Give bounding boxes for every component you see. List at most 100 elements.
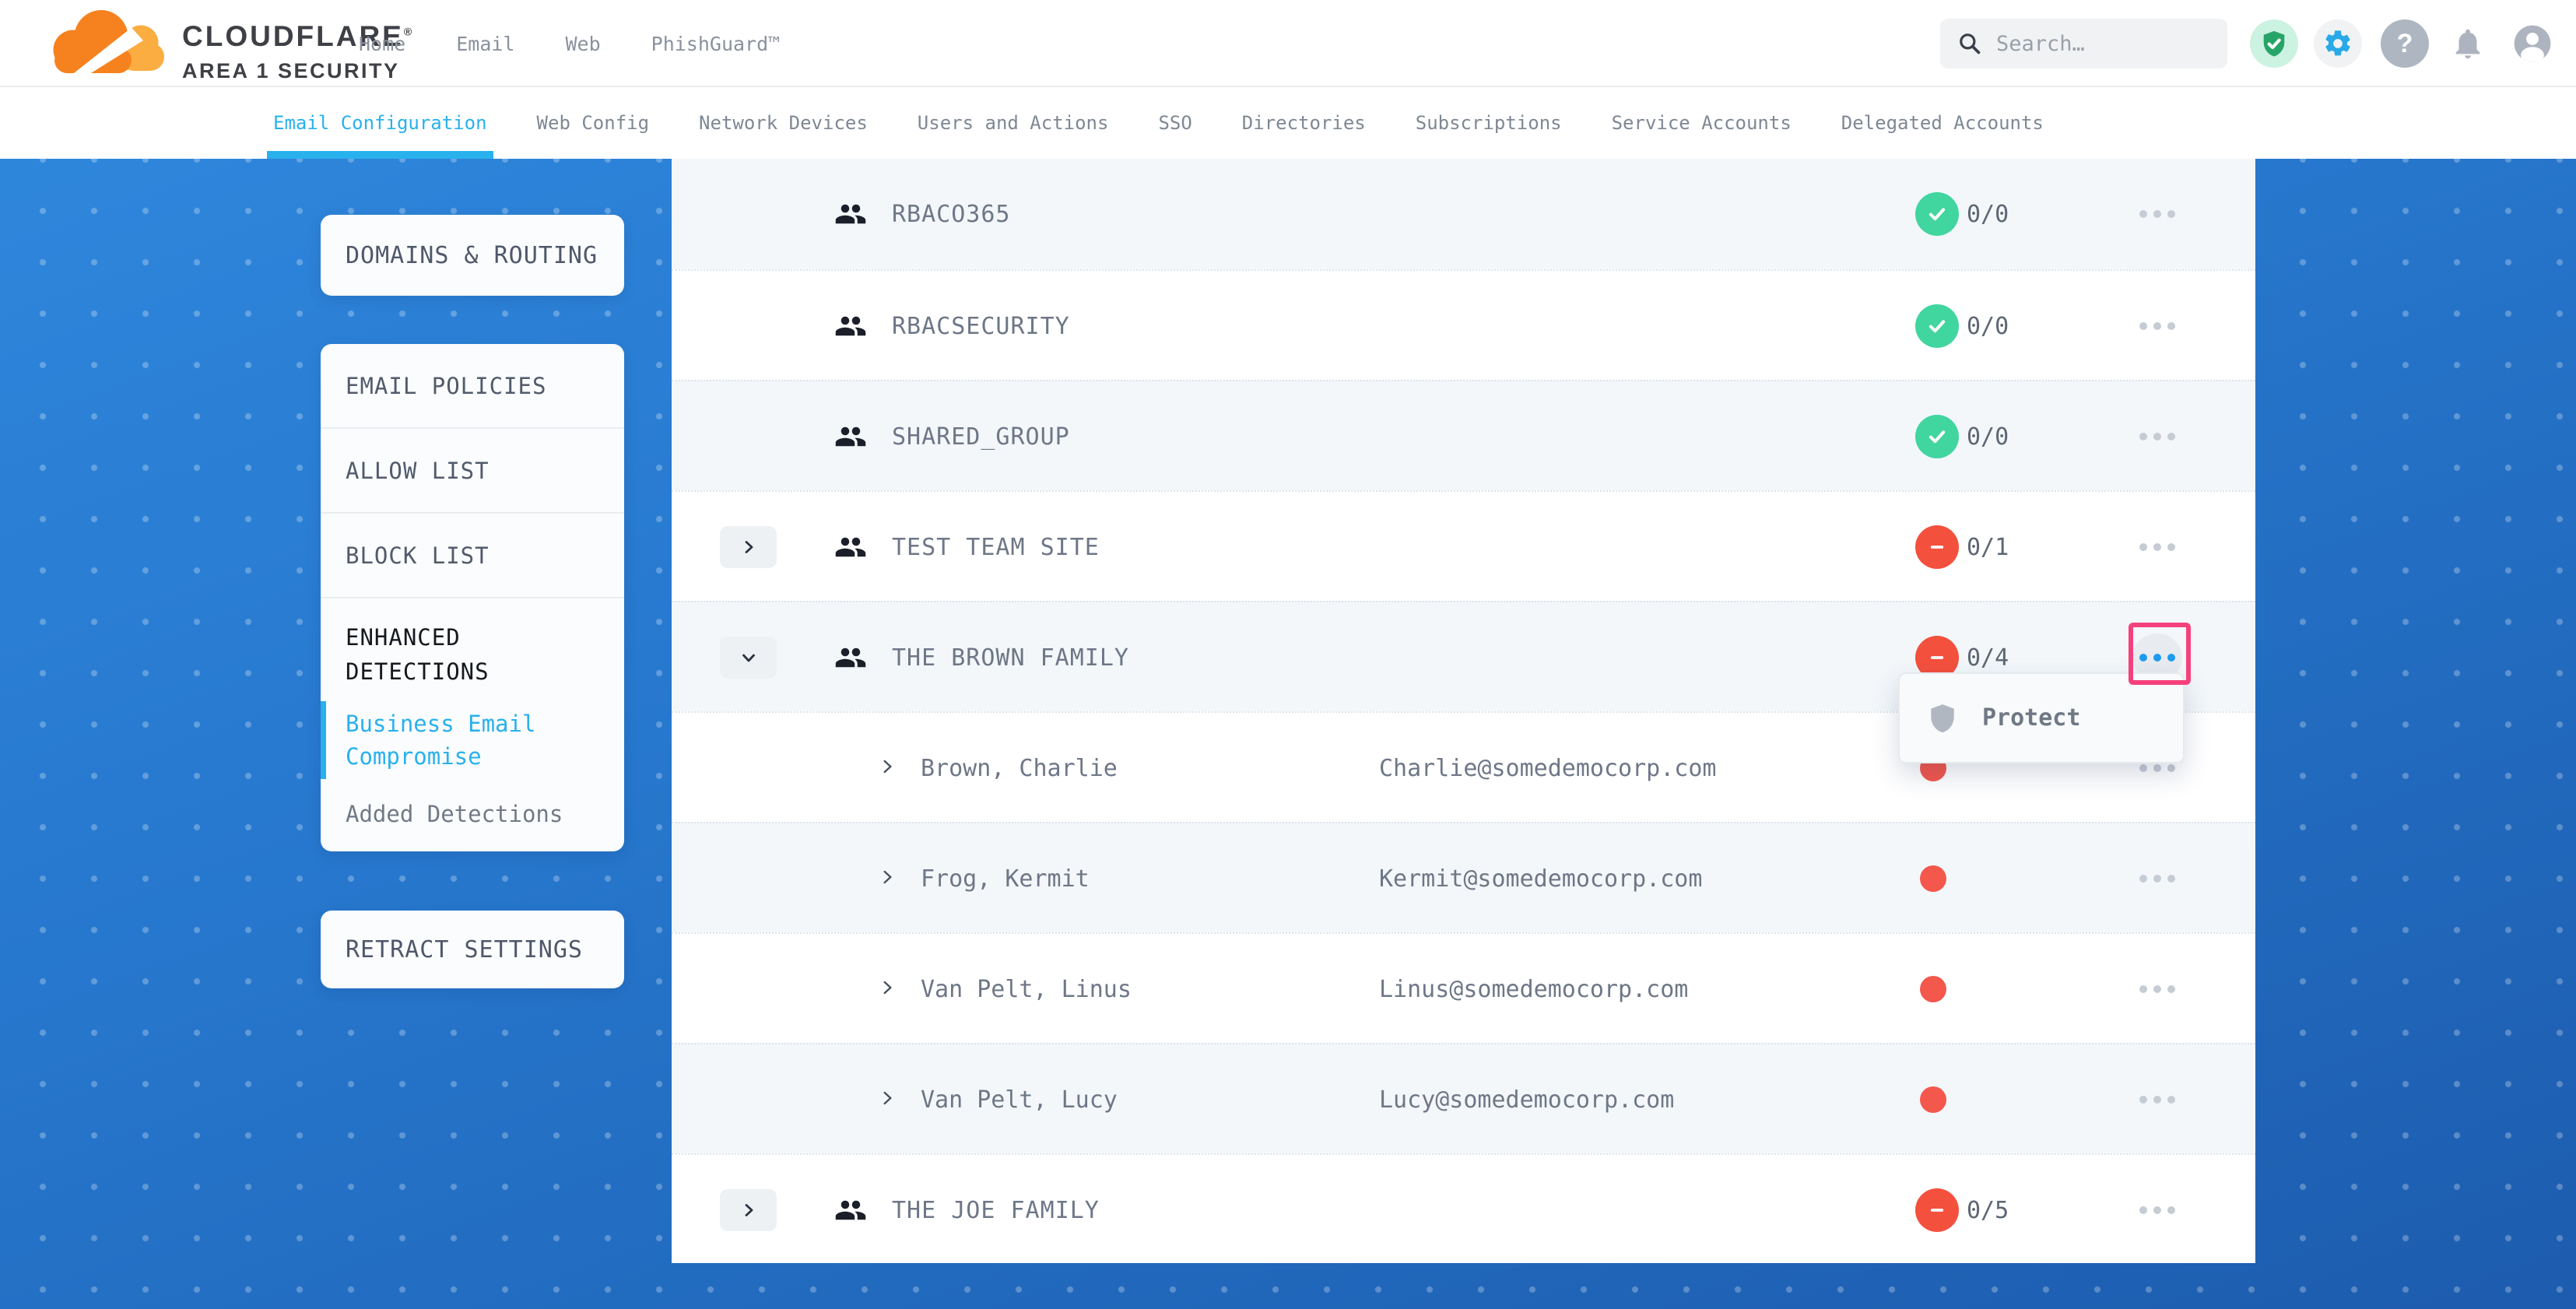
expand-button-test-team-site[interactable] <box>720 526 777 568</box>
tab-web-config[interactable]: Web Config <box>537 87 650 159</box>
search-placeholder: Search… <box>1996 32 2085 56</box>
group-people-icon <box>834 310 867 346</box>
group-people-icon <box>834 420 867 456</box>
chevron-right-icon[interactable] <box>877 977 897 1001</box>
status-fail-dot <box>1920 1086 1946 1113</box>
row-menu-button-shared-group[interactable] <box>2132 412 2182 461</box>
sidebar-item-label: RETRACT SETTINGS <box>346 936 583 963</box>
user-email: Charlie@somedemocorp.com <box>1379 713 1716 823</box>
status-fail-badge <box>1915 525 1959 569</box>
tab-sso[interactable]: SSO <box>1158 87 1191 159</box>
top-nav: Home Email Web PhishGuard™ <box>359 0 780 87</box>
sidebar-item-enhanced-detections[interactable]: ENHANCED DETECTIONS <box>346 620 599 689</box>
account-avatar-icon[interactable] <box>2508 19 2557 68</box>
expand-button-the-joe-family[interactable] <box>720 1189 777 1231</box>
help-glyph: ? <box>2397 29 2413 59</box>
app-header: CLOUDFLARE® AREA 1 SECURITY HomeEmailWeb… <box>0 0 2576 87</box>
top-nav-item-phishguard[interactable]: PhishGuard™ <box>651 33 781 55</box>
group-name: RBACO365 <box>892 159 1011 269</box>
status-fail-dot <box>1920 865 1946 892</box>
group-row-test-team-site: TEST TEAM SITE 0/1 <box>672 490 2255 601</box>
sidebar-enhanced-detections-section: ENHANCED DETECTIONS Business Email Compr… <box>321 598 624 830</box>
chevron-right-icon[interactable] <box>877 756 897 780</box>
notifications-bell-icon[interactable] <box>2444 19 2492 68</box>
row-menu-button-test-team-site[interactable] <box>2132 523 2182 571</box>
group-name: TEST TEAM SITE <box>892 492 1100 602</box>
group-row-rbaco365: RBACO3650/0 <box>672 159 2255 269</box>
people-icon <box>834 420 867 453</box>
app-root: CLOUDFLARE® AREA 1 SECURITY HomeEmailWeb… <box>0 0 2576 1309</box>
status-pass-badge <box>1915 304 1959 348</box>
group-name: RBACSECURITY <box>892 271 1070 381</box>
tab-directories[interactable]: Directories <box>1242 87 1366 159</box>
chevron-right-icon[interactable] <box>877 867 897 890</box>
chevron-right-icon <box>739 538 758 556</box>
status-fail-badge <box>1915 1188 1959 1232</box>
sidebar-item-business-email-compromise[interactable]: Business Email Compromise <box>346 707 599 773</box>
status-fail-dot <box>1920 976 1946 1002</box>
top-nav-item-email[interactable]: Email <box>456 33 514 55</box>
tab-delegated-accounts[interactable]: Delegated Accounts <box>1841 87 2044 159</box>
chevron-right-icon[interactable] <box>877 1088 897 1111</box>
sidebar-item-block-list[interactable]: BLOCK LIST <box>321 514 624 597</box>
section-tabbar: Email Configuration Web Config Network Dev… <box>0 87 2576 159</box>
check-icon <box>1925 425 1949 448</box>
group-people-icon <box>834 1194 867 1230</box>
user-email: Kermit@somedemocorp.com <box>1379 823 1702 934</box>
chevron-right-icon <box>877 1088 897 1108</box>
protected-count: 0/1 <box>1967 492 2009 602</box>
group-row-the-joe-family: THE JOE FAMILY 0/5 <box>672 1153 2255 1264</box>
protected-count: 0/5 <box>1967 1155 2009 1265</box>
search-input[interactable]: Search… <box>1940 19 2227 68</box>
top-nav-item-home[interactable]: Home <box>359 33 405 55</box>
status-pass-badge <box>1915 192 1959 236</box>
people-icon <box>834 198 867 230</box>
settings-gear-icon[interactable] <box>2314 19 2362 68</box>
user-email: Linus@somedemocorp.com <box>1379 934 1688 1044</box>
row-menu-button-van-pelt-lucy[interactable] <box>2132 1076 2182 1124</box>
sidebar-item-email-policies[interactable]: EMAIL POLICIES <box>321 344 624 427</box>
protection-shield-icon[interactable] <box>2250 19 2298 68</box>
tab-users-and-actions[interactable]: Users and Actions <box>918 87 1109 159</box>
tab-network-devices[interactable]: Network Devices <box>699 87 868 159</box>
minus-icon <box>1925 535 1949 559</box>
status-pass-badge <box>1915 415 1959 458</box>
row-menu-button-rbaco365[interactable] <box>2132 190 2182 238</box>
cloudflare-cloud-icon <box>43 8 171 82</box>
chevron-right-icon <box>877 756 897 777</box>
group-people-icon <box>834 641 867 677</box>
group-name: THE JOE FAMILY <box>892 1155 1100 1265</box>
row-menu-button-rbacsecurity[interactable] <box>2132 302 2182 350</box>
protected-count: 0/0 <box>1967 271 2009 381</box>
tab-subscriptions[interactable]: Subscriptions <box>1416 87 1562 159</box>
sidebar-item-allow-list[interactable]: ALLOW LIST <box>321 429 624 512</box>
tab-email-configuration[interactable]: Email Configuration <box>273 87 487 159</box>
sidebar-item-domains-routing[interactable]: DOMAINS & ROUTING <box>321 215 624 296</box>
sidebar-item-retract-settings[interactable]: RETRACT SETTINGS <box>321 911 624 988</box>
sidebar-item-added-detections[interactable]: Added Detections <box>346 798 599 830</box>
menu-item-protect[interactable]: Protect <box>1982 704 2080 732</box>
user-email: Lucy@somedemocorp.com <box>1379 1044 1674 1155</box>
group-row-shared-group: SHARED_GROUP0/0 <box>672 380 2255 490</box>
expand-button-the-brown-family[interactable] <box>720 637 777 679</box>
check-icon <box>1925 202 1949 226</box>
group-name: THE BROWN FAMILY <box>892 602 1129 713</box>
check-icon <box>1925 314 1949 338</box>
user-row-frog-kermit: Frog, KermitKermit@somedemocorp.com <box>672 822 2255 932</box>
user-row-van-pelt-lucy: Van Pelt, Lucy Lucy@somedemocorp.com <box>672 1043 2255 1153</box>
top-nav-item-web[interactable]: Web <box>565 33 600 55</box>
shield-icon <box>1926 702 1959 735</box>
user-name: Van Pelt, Linus <box>921 934 1132 1044</box>
protected-count: 0/0 <box>1967 381 2009 492</box>
minus-icon <box>1925 646 1949 669</box>
chevron-down-icon <box>739 648 758 667</box>
tab-service-accounts[interactable]: Service Accounts <box>1612 87 1792 159</box>
people-icon <box>834 1194 867 1227</box>
help-icon[interactable]: ? <box>2381 19 2429 68</box>
row-menu-button-frog-kermit[interactable] <box>2132 855 2182 903</box>
user-name: Van Pelt, Lucy <box>921 1044 1118 1155</box>
row-menu-button-the-joe-family[interactable] <box>2132 1186 2182 1234</box>
row-menu-button-van-pelt-linus[interactable] <box>2132 965 2182 1013</box>
group-people-icon <box>834 198 867 233</box>
group-row-rbacsecurity: RBACSECURITY 0/0 <box>672 269 2255 380</box>
